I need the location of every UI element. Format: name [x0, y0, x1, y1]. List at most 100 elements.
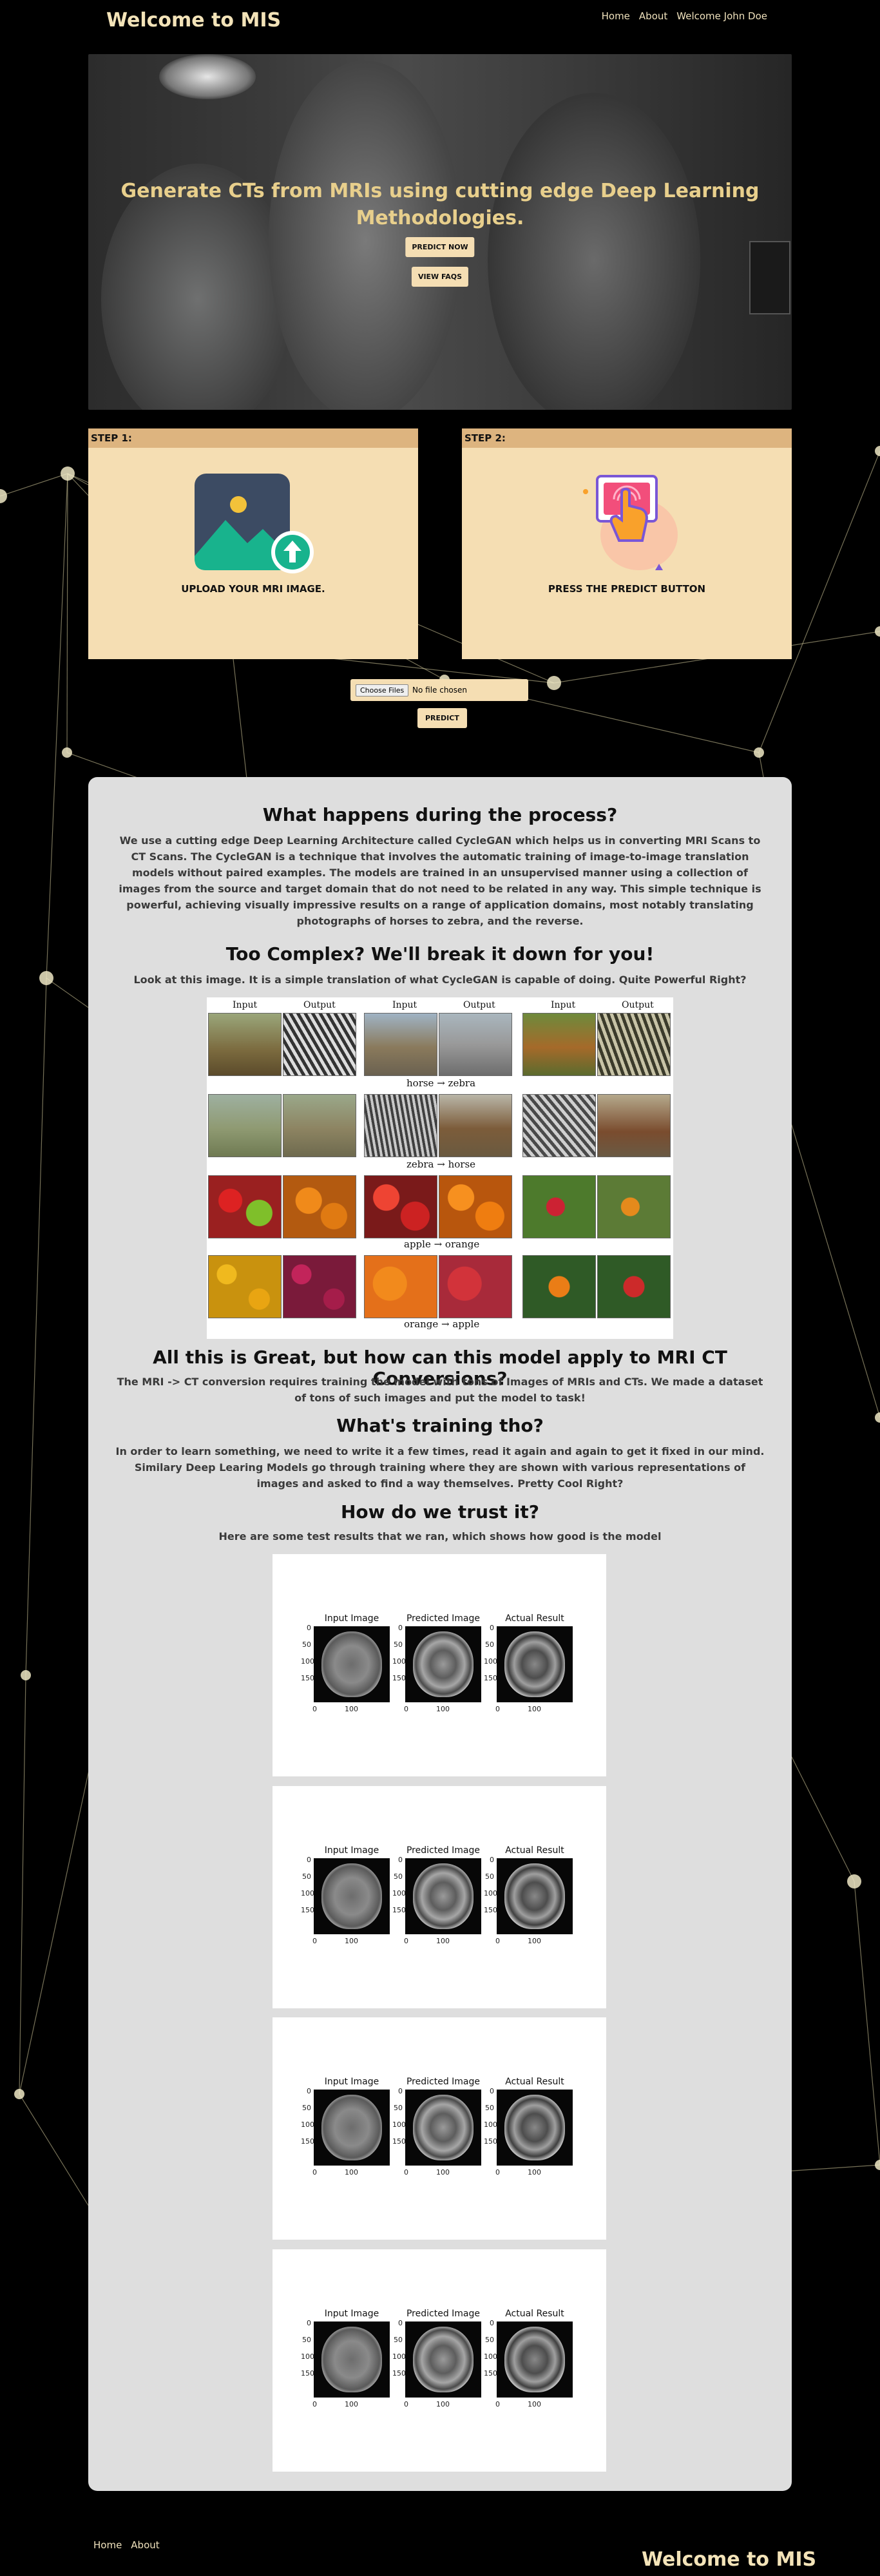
result-panel-title: Input Image [324, 2309, 379, 2319]
x-tick-label: 100 [436, 1705, 450, 1713]
y-tick-label: 100 [301, 1889, 314, 1898]
x-tick-label: 0 [495, 2168, 500, 2177]
nav-user-link[interactable]: Welcome John Doe [676, 10, 767, 22]
complex-text: Look at this image. It is a simple trans… [133, 974, 747, 986]
example-photo [364, 1013, 437, 1076]
file-status-text: No file chosen [412, 686, 468, 695]
y-tick-label: 100 [301, 2120, 314, 2129]
y-tick-label: 100 [484, 2120, 497, 2129]
step-2-label: STEP 2: [462, 428, 792, 448]
y-tick-label: 50 [302, 2104, 311, 2112]
y-tick-label: 50 [394, 2336, 403, 2344]
y-tick-label: 150 [301, 1906, 314, 1914]
footer-home-link[interactable]: Home [93, 2539, 122, 2551]
example-photo [522, 1255, 596, 1318]
brain-slice [413, 1631, 473, 1697]
mri-scan-image [497, 1858, 573, 1934]
network-line [19, 1675, 26, 2095]
network-node [754, 747, 764, 758]
image-upload-icon [195, 474, 314, 573]
y-tick-label: 50 [394, 1640, 403, 1649]
step-1-label: STEP 1: [88, 428, 418, 448]
mri-scan-image [314, 1626, 390, 1702]
result-card: Input Image 0 50 100 150 0 100 Predicted Image 0… [273, 2249, 606, 2472]
x-tick-label: 100 [436, 2168, 450, 2177]
step-2-caption: PRESS THE PREDICT BUTTON [548, 583, 706, 595]
content-panel: What happens during the process? We use … [88, 777, 792, 2491]
network-line [854, 1881, 880, 2166]
network-node [61, 466, 75, 481]
predict-now-button[interactable]: PREDICT NOW [405, 237, 475, 257]
network-line [66, 473, 68, 753]
example-photo [208, 1013, 282, 1076]
result-panel-title: Predicted Image [406, 1613, 481, 1624]
example-photo [597, 1255, 671, 1318]
network-node [62, 747, 72, 758]
y-tick-label: 0 [398, 2319, 403, 2327]
x-tick-label: 0 [404, 2400, 408, 2408]
y-tick-label: 150 [392, 2137, 406, 2146]
y-tick-label: 0 [490, 2319, 494, 2327]
choose-files-button[interactable]: Choose Files [356, 684, 409, 697]
example-photo [439, 1175, 512, 1238]
example-photo [283, 1094, 356, 1157]
network-line [780, 1088, 880, 1418]
x-tick-label: 0 [312, 1705, 317, 1713]
y-tick-label: 0 [490, 1856, 494, 1864]
y-tick-label: 0 [398, 1624, 403, 1632]
training-title: What's training tho? [336, 1415, 544, 1436]
x-tick-label: 100 [345, 2168, 358, 2177]
network-node [14, 2089, 24, 2099]
brain-slice [504, 2327, 565, 2392]
example-photo [364, 1255, 437, 1318]
x-tick-label: 0 [312, 1937, 317, 1945]
example-photo [208, 1175, 282, 1238]
brain-slice [321, 2327, 382, 2392]
footer-brand: Welcome to MIS [642, 2548, 817, 2571]
caption-apple-orange: apple → orange [404, 1238, 480, 1250]
y-tick-label: 100 [301, 1657, 314, 1666]
process-text: We use a cutting edge Deep Learning Arch… [119, 834, 761, 927]
predict-button[interactable]: PREDICT [417, 708, 467, 728]
y-tick-label: 100 [484, 1889, 497, 1898]
nav-home-link[interactable]: Home [602, 10, 630, 22]
y-tick-label: 0 [307, 2319, 311, 2327]
nav-about-link[interactable]: About [639, 10, 667, 22]
x-tick-label: 100 [528, 2400, 541, 2408]
brain-slice [413, 2095, 473, 2160]
y-tick-label: 0 [307, 2087, 311, 2095]
network-node [0, 489, 7, 503]
x-tick-label: 0 [404, 1937, 408, 1945]
tap-button-icon [583, 475, 678, 570]
file-upload-field[interactable]: Choose Files No file chosen [350, 679, 528, 701]
brain-slice [413, 2327, 473, 2392]
y-tick-label: 150 [484, 2137, 497, 2146]
network-line [25, 977, 47, 1676]
x-tick-label: 0 [312, 2400, 317, 2408]
mri-scan-image [314, 2090, 390, 2166]
y-tick-label: 50 [302, 2336, 311, 2344]
footer-about-link[interactable]: About [131, 2539, 159, 2551]
step-1-caption: UPLOAD YOUR MRI IMAGE. [181, 583, 325, 595]
x-tick-label: 100 [345, 2400, 358, 2408]
y-tick-label: 50 [485, 1640, 494, 1649]
x-tick-label: 0 [495, 2400, 500, 2408]
y-tick-label: 100 [484, 1657, 497, 1666]
brain-slice [321, 2095, 382, 2160]
mri-scan-image [405, 1626, 481, 1702]
network-node [547, 676, 561, 690]
col-input-3: Input [551, 1000, 576, 1010]
network-node [875, 2160, 880, 2170]
view-faqs-button[interactable]: VIEW FAQS [411, 267, 469, 287]
result-panel-title: Actual Result [505, 1845, 564, 1856]
y-tick-label: 0 [490, 2087, 494, 2095]
y-tick-label: 50 [485, 2336, 494, 2344]
mri-scan-image [497, 2321, 573, 2398]
brain-slice [413, 1863, 473, 1929]
example-photo [208, 1255, 282, 1318]
mri-scan-image [497, 1626, 573, 1702]
x-tick-label: 100 [345, 1937, 358, 1945]
result-panel-title: Predicted Image [406, 1845, 481, 1856]
y-tick-label: 100 [392, 2120, 406, 2129]
result-card: Input Image 0 50 100 150 0 100 Predicted Image 0… [273, 2017, 606, 2240]
